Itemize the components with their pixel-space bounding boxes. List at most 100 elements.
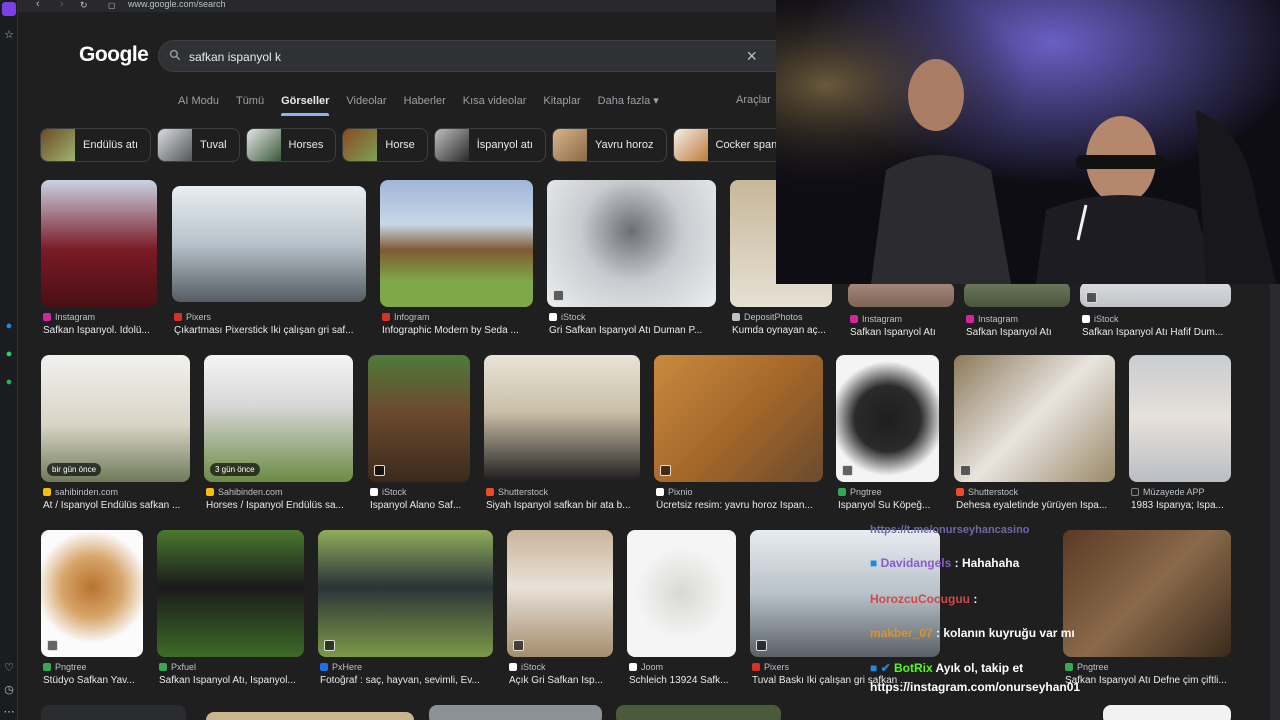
scrollbar[interactable] — [1270, 284, 1280, 720]
result-source[interactable]: DepositPhotos — [732, 312, 803, 322]
result-image[interactable] — [41, 180, 157, 307]
result-source[interactable]: Pngtree — [838, 487, 882, 497]
reload-icon[interactable]: ↻ — [80, 0, 88, 11]
result-title[interactable]: Safkan İspanyol Atı Hafif Dum... — [1082, 327, 1233, 338]
chat-message: makber_07 : kolanın kuyruğu var mı — [870, 626, 1075, 640]
video-icon — [374, 465, 385, 476]
result-title[interactable]: Gri Safkan İspanyol Atı Duman P... — [549, 325, 718, 336]
result-image[interactable] — [157, 530, 304, 657]
result-source[interactable]: Joom — [629, 662, 663, 672]
messenger-icon[interactable]: ● — [2, 319, 16, 333]
result-image[interactable] — [654, 355, 823, 482]
result-image[interactable] — [507, 530, 613, 657]
result-title[interactable]: Kumda oynayan aç... — [732, 325, 834, 336]
heart-icon[interactable]: ♡ — [2, 660, 16, 674]
result-source[interactable]: Infogram — [382, 312, 430, 322]
result-title[interactable]: Çıkartması Pixerstick İki çalışan gri sa… — [174, 325, 368, 336]
result-title[interactable]: At / İspanyol Endülüs safkan ... — [43, 500, 192, 511]
whatsapp-icon[interactable]: ● — [2, 347, 16, 361]
result-source[interactable]: sahibinden.com — [43, 487, 118, 497]
result-title[interactable]: Fotoğraf : saç, hayvan, sevimli, Ev... — [320, 675, 495, 686]
result-image[interactable] — [368, 355, 470, 482]
result-source[interactable]: iStock — [549, 312, 586, 322]
lock-icon: ▢ — [108, 1, 116, 10]
result-title[interactable]: Schleich 13924 Safk... — [629, 675, 738, 686]
result-image[interactable] — [1103, 705, 1231, 720]
result-image[interactable] — [41, 530, 143, 657]
video-icon — [513, 640, 524, 651]
result-source[interactable]: Müzayede APP — [1131, 487, 1205, 497]
result-title[interactable]: 1983 İspanya; İspa... — [1131, 500, 1233, 511]
result-title[interactable]: İspanyol Alano Saf... — [370, 500, 472, 511]
result-image[interactable] — [1080, 282, 1231, 307]
result-image[interactable] — [380, 180, 533, 307]
home-icon[interactable] — [2, 2, 16, 16]
result-image[interactable] — [627, 530, 736, 657]
chat-message: https://t.me/onurseyhancasino — [870, 524, 1030, 536]
result-image[interactable] — [41, 705, 186, 720]
result-image[interactable] — [318, 530, 493, 657]
result-image[interactable] — [616, 705, 781, 720]
result-title[interactable]: Dehesa eyaletinde yürüyen İspa... — [956, 500, 1117, 511]
result-image[interactable] — [964, 282, 1070, 307]
result-image[interactable] — [1129, 355, 1231, 482]
result-source[interactable]: Shutterstock — [486, 487, 548, 497]
pin-icon[interactable]: ☆ — [2, 27, 16, 41]
result-image[interactable] — [836, 355, 939, 482]
result-source[interactable]: iStock — [370, 487, 407, 497]
forward-icon[interactable]: › — [60, 0, 64, 10]
spotify-icon[interactable]: ● — [2, 375, 16, 389]
result-source[interactable]: Instagram — [43, 312, 95, 322]
result-title[interactable]: Safkan İspanyol. İdolü... — [43, 325, 159, 336]
result-title[interactable]: Infographic Modern by Seda ... — [382, 325, 535, 336]
result-image[interactable] — [206, 712, 414, 720]
video-icon — [324, 640, 335, 651]
result-image[interactable] — [954, 355, 1115, 482]
result-title[interactable]: Safkan İspanyol Atı, İspanyol... — [159, 675, 306, 686]
bot-badge-icon: ■ ✔ — [870, 661, 894, 675]
result-image[interactable] — [484, 355, 640, 482]
back-icon[interactable]: ‹ — [36, 0, 40, 10]
result-image[interactable]: bir gün önce — [41, 355, 190, 482]
result-image[interactable] — [429, 705, 602, 720]
result-title[interactable]: Safkan İspanyol Atı — [966, 327, 1072, 338]
stream-chat-overlay: https://t.me/onurseyhancasino ■ Davidang… — [862, 524, 1242, 703]
result-title[interactable]: Ücretsiz resim: yavru horoz İspan... — [656, 500, 825, 511]
chat-message: HorozcuCocuguu : — [870, 592, 978, 606]
result-title[interactable]: Stüdyo Safkan Yav... — [43, 675, 145, 686]
result-source[interactable]: Pngtree — [43, 662, 87, 672]
result-source[interactable]: Shutterstock — [956, 487, 1018, 497]
result-image[interactable] — [172, 186, 366, 302]
screen: ☆ ● ● ● ♡ ◷ ⋯ ‹ › ↻ ▢ www.google.com/sea… — [0, 0, 1280, 720]
date-badge: bir gün önce — [47, 463, 102, 476]
history-icon[interactable]: ◷ — [2, 682, 16, 696]
result-source[interactable]: Pixers — [174, 312, 211, 322]
video-icon — [960, 465, 971, 476]
result-image[interactable] — [547, 180, 716, 307]
date-badge: 3 gün önce — [210, 463, 260, 476]
result-source[interactable]: Pixnio — [656, 487, 693, 497]
result-title[interactable]: Siyah İspanyol safkan bir ata b... — [486, 500, 642, 511]
result-title[interactable]: Horses / İspanyol Endülüs sa... — [206, 500, 355, 511]
result-source[interactable]: Instagram — [966, 314, 1018, 324]
result-source[interactable]: PxHere — [320, 662, 362, 672]
result-title[interactable]: Safkan İspanyol Atı — [850, 327, 956, 338]
result-title[interactable]: Açık Gri Safkan İsp... — [509, 675, 615, 686]
result-title[interactable]: İspanyol Su Köpeğ... — [838, 500, 941, 511]
address-bar[interactable]: ‹ › ↻ ▢ www.google.com/search — [18, 0, 778, 12]
more-icon[interactable]: ⋯ — [2, 704, 16, 718]
chat-message: https://instagram.com/onurseyhan01 — [870, 680, 1081, 694]
url-text[interactable]: www.google.com/search — [128, 0, 226, 9]
result-source[interactable]: Sahibinden.com — [206, 487, 283, 497]
video-icon — [553, 290, 564, 301]
moderator-icon: ■ — [870, 556, 881, 570]
result-image[interactable]: 3 gün önce — [204, 355, 353, 482]
result-source[interactable]: Pixers — [752, 662, 789, 672]
result-image[interactable] — [848, 282, 954, 307]
result-source[interactable]: Instagram — [850, 314, 902, 324]
result-source[interactable]: iStock — [509, 662, 546, 672]
webcam-overlay — [776, 0, 1280, 284]
video-icon — [842, 465, 853, 476]
result-source[interactable]: Pxfuel — [159, 662, 196, 672]
result-source[interactable]: iStock — [1082, 314, 1119, 324]
